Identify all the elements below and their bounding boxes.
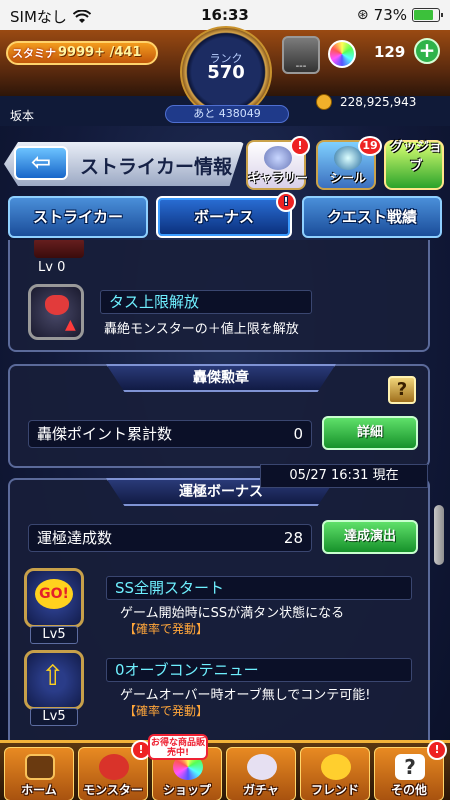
seal-icon <box>334 146 362 170</box>
tab-bar: ストライカー ボーナス ! クエスト戦績 <box>8 192 442 238</box>
seal-button[interactable]: シール 19 <box>316 136 382 190</box>
nav-other-alert: ! <box>427 740 447 760</box>
tab-bonus[interactable]: ボーナス ! <box>156 192 296 238</box>
nav-home-label: ホーム <box>21 783 57 797</box>
goodjob-button[interactable]: グッジョブ <box>384 140 444 190</box>
up-arrow-icon: ▲ <box>65 317 76 333</box>
tab-quest-label: クエスト戦績 <box>326 208 417 226</box>
rank-value: 570 <box>207 62 245 83</box>
stamina-value: 9999+ /441 <box>58 45 142 60</box>
partial-icon <box>34 240 84 258</box>
scrollbar[interactable] <box>434 505 444 565</box>
tab-striker-label: ストライカー <box>32 208 123 226</box>
ss-start-name: SS全開スタート <box>106 576 412 600</box>
continue-icon: ⇧ <box>24 650 84 710</box>
rank-remaining: あと 438049 <box>165 105 289 123</box>
friend-icon <box>321 754 351 780</box>
battery-fill <box>414 10 433 20</box>
gallery-alert-badge: ! <box>290 136 310 156</box>
unlock-level: Lv 0 <box>38 260 66 275</box>
unlock-panel: Lv 0 ▲ タス上限解放 轟絶モンスターの＋値上限を解放 <box>8 240 430 352</box>
achievement-effect-button[interactable]: 達成演出 <box>322 520 418 554</box>
gallery-icon <box>264 146 292 170</box>
nav-other[interactable]: ? その他 ! <box>374 740 447 800</box>
bottom-nav: ホーム モンスター ! ショップ ガチャ フレンド ? その他 ! <box>0 740 450 800</box>
gallery-button[interactable]: ギャラリー ! <box>246 136 310 190</box>
nav-gacha[interactable]: ガチャ <box>226 747 296 800</box>
demon-face-icon <box>45 295 69 315</box>
unlock-skill-icon: ▲ <box>28 284 84 340</box>
promo-badge: お得な商品販売中! <box>148 734 208 760</box>
bonus-content[interactable]: Lv 0 ▲ タス上限解放 轟絶モンスターの＋値上限を解放 轟傑勲章 ? 轟傑ポ… <box>0 240 450 740</box>
battery-icon <box>412 8 443 22</box>
badge-text: --- <box>295 61 307 72</box>
status-right: ⊛ 73% <box>356 6 443 24</box>
unlock-skill-desc: 轟絶モンスターの＋値上限を解放 <box>104 322 299 337</box>
medal-points-value: 0 <box>293 425 303 443</box>
app-root: SIMなし 16:33 ⊛ 73% スタミナ 9999+ /441 ランク 57… <box>0 0 450 800</box>
luck-count-row: 運極達成数 28 <box>28 524 312 552</box>
seal-count-badge: 19 <box>358 136 382 156</box>
battery-percent: 73% <box>373 6 407 24</box>
continue-note: 【確率で発動】 <box>124 704 209 718</box>
ss-start-level: Lv5 <box>30 626 78 644</box>
buy-orb-button[interactable]: + <box>414 38 440 64</box>
orb-count: 129 <box>374 43 406 61</box>
back-button[interactable]: ⇦ <box>14 146 68 180</box>
stamina-gauge[interactable]: スタミナ 9999+ /441 <box>6 41 158 65</box>
go-burst-icon: GO! <box>35 579 73 609</box>
nav-friend[interactable]: フレンド <box>300 747 370 800</box>
medal-points-label: 轟傑ポイント累計数 <box>37 425 173 443</box>
plus-icon: + <box>418 38 436 62</box>
goodjob-label: グッジョブ <box>389 140 442 174</box>
ss-start-desc: ゲーム開始時にSSが満タン状態になる <box>120 606 345 621</box>
tab-quest-record[interactable]: クエスト戦績 <box>302 196 442 238</box>
luck-count-value: 28 <box>283 529 303 547</box>
ss-start-icon: GO! <box>24 568 84 628</box>
coin-count: 228,925,943 <box>340 95 417 109</box>
details-button[interactable]: 詳細 <box>322 416 418 450</box>
nav-monster-label: モンスター <box>83 783 143 797</box>
orb-icon <box>328 40 356 68</box>
username: 坂本 <box>10 109 35 123</box>
luck-count-label: 運極達成数 <box>37 529 113 547</box>
tab-striker[interactable]: ストライカー <box>8 196 148 238</box>
nav-friend-label: フレンド <box>310 783 359 797</box>
ss-start-note: 【確率で発動】 <box>124 622 209 636</box>
gallery-label: ギャラリー <box>248 171 309 185</box>
back-arrow-icon: ⇦ <box>30 148 52 176</box>
medal-points-row: 轟傑ポイント累計数 0 <box>28 420 312 448</box>
other-icon: ? <box>395 754 425 780</box>
luck-bonus-panel: 運極ボーナス 運極達成数 28 達成演出 GO! Lv5 SS全開スタート ゲー… <box>8 478 430 740</box>
tab-bonus-alert: ! <box>276 192 296 212</box>
coin-icon <box>316 94 332 110</box>
nav-other-label: その他 <box>390 783 427 797</box>
gacha-icon <box>247 754 277 780</box>
nav-monster[interactable]: モンスター ! <box>78 740 151 800</box>
nav-shop-label: ショップ <box>162 783 211 797</box>
timestamp: 05/27 16:31 現在 <box>260 464 428 488</box>
winged-arrow-icon: ⇧ <box>41 659 65 692</box>
help-icon[interactable]: ? <box>388 376 416 404</box>
badge-box[interactable]: --- <box>282 36 320 74</box>
title-bar: ⇦ ストライカー情報 ギャラリー ! シール 19 グッジョブ <box>0 136 450 192</box>
nav-gacha-label: ガチャ <box>243 783 279 797</box>
home-icon <box>25 754 55 780</box>
rotation-lock-icon: ⊛ <box>356 7 369 23</box>
tab-bonus-label: ボーナス <box>193 208 254 226</box>
nav-home[interactable]: ホーム <box>4 747 74 800</box>
continue-desc: ゲームオーバー時オーブ無しでコンテ可能! <box>120 688 371 703</box>
stamina-label: スタミナ <box>12 47 56 60</box>
medal-panel: 轟傑勲章 ? 轟傑ポイント累計数 0 詳細 <box>8 364 430 468</box>
unlock-skill-name: タス上限解放 <box>100 290 312 314</box>
seal-label: シール <box>329 171 366 185</box>
medal-panel-title: 轟傑勲章 <box>106 364 336 392</box>
continue-name: 0オーブコンテニュー <box>106 658 412 682</box>
monster-icon <box>99 754 129 780</box>
page-title: ストライカー情報 <box>80 156 233 178</box>
continue-level: Lv5 <box>30 708 78 726</box>
